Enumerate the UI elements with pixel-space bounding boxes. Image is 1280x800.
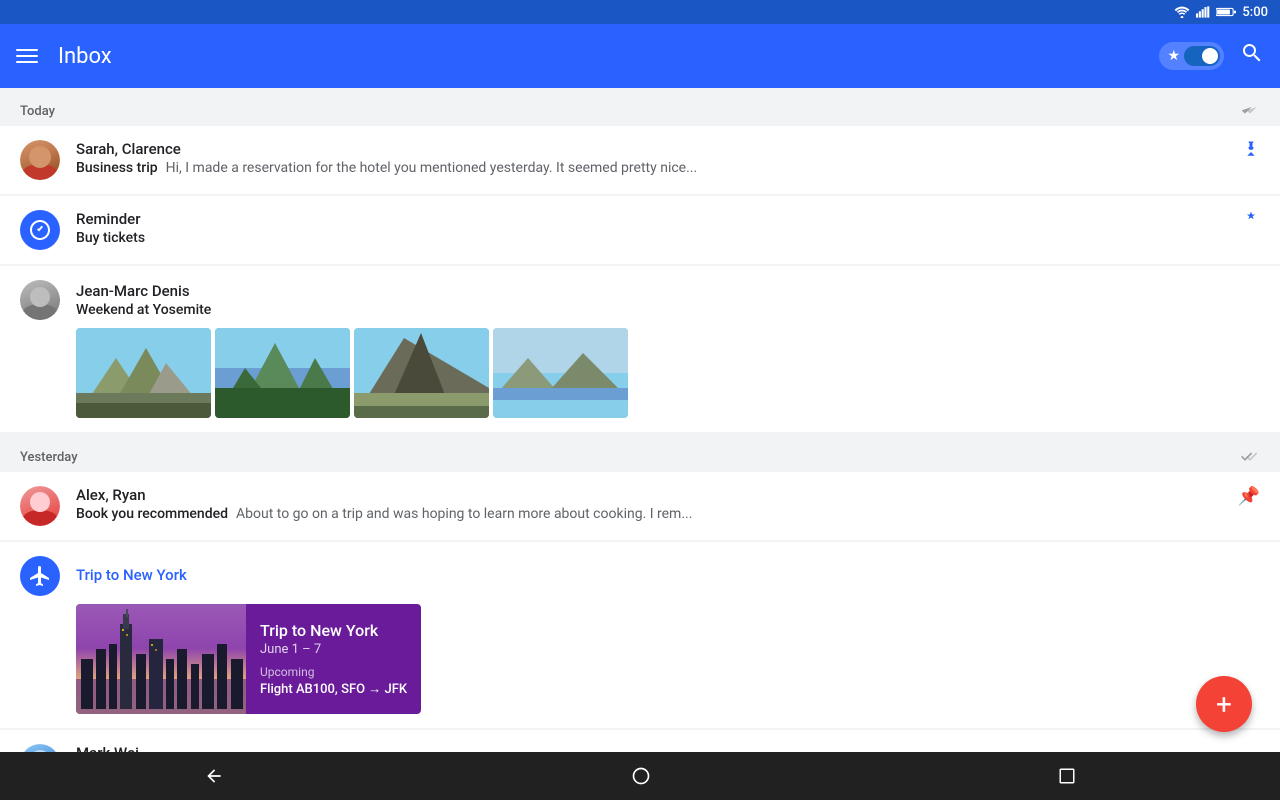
bottom-nav: [0, 752, 1280, 800]
recent-apps-button[interactable]: [1058, 767, 1076, 785]
trip-card-upcoming: Upcoming: [260, 665, 407, 679]
select-all-today[interactable]: [1240, 105, 1260, 119]
signal-icon: [1196, 6, 1210, 18]
wifi-icon: [1174, 6, 1190, 18]
avatar-reminder: [20, 210, 60, 250]
email-sender-alex: Alex, Ryan: [76, 486, 1230, 504]
email-content-trip: Trip to New York: [76, 566, 1260, 586]
pin-icon-alex: 📌: [1238, 486, 1260, 507]
compose-fab[interactable]: +: [1196, 676, 1252, 732]
main-content: Today Sarah, Clarence Business trip Hi, …: [0, 88, 1280, 752]
email-sender-trip: Trip to New York: [76, 566, 1260, 584]
email-item-mark[interactable]: Mark Wei BBQ this weekend? Scott is visi…: [0, 730, 1280, 752]
email-content-reminder: Reminder Buy tickets: [76, 210, 1234, 246]
email-item-trip[interactable]: Trip to New York: [0, 542, 1280, 729]
search-icon[interactable]: [1240, 41, 1264, 71]
email-sender-reminder: Reminder: [76, 210, 1234, 228]
yosemite-image-2: [215, 328, 350, 418]
trip-card-image: [76, 604, 246, 714]
email-item-reminder[interactable]: Reminder Buy tickets: [0, 196, 1280, 265]
avatar-trip: [20, 556, 60, 596]
pin-icon-sarah: [1242, 140, 1260, 163]
section-yesterday-label: Yesterday: [20, 450, 78, 465]
yosemite-image-4: [493, 328, 628, 418]
section-yesterday: Yesterday: [0, 442, 1280, 471]
app-bar-actions: ★: [1159, 41, 1264, 71]
bundle-toggle[interactable]: ★: [1159, 42, 1224, 70]
avatar-mark: [20, 744, 60, 752]
status-icons: 5:00: [1174, 5, 1268, 20]
email-preview-alex: About to go on a trip and was hoping to …: [236, 506, 692, 522]
email-item-jean[interactable]: Jean-Marc Denis Weekend at Yosemite: [0, 266, 1280, 433]
email-images-jean: [76, 328, 628, 418]
avatar-sarah: [20, 140, 60, 180]
email-content-sarah: Sarah, Clarence Business trip Hi, I made…: [76, 140, 1234, 176]
email-content-mark: Mark Wei BBQ this weekend? Scott is visi…: [76, 744, 1260, 752]
avatar-alex: [20, 486, 60, 526]
section-divider: [0, 434, 1280, 442]
trip-card-info: Trip to New York June 1 – 7 Upcoming Fli…: [246, 604, 421, 714]
trip-card-flight: Flight AB100, SFO → JFK: [260, 681, 407, 697]
status-time: 5:00: [1242, 5, 1268, 20]
yosemite-image-1: [76, 328, 211, 418]
app-bar: Inbox ★: [0, 24, 1280, 88]
email-subject-reminder: Buy tickets: [76, 230, 145, 246]
email-sender-mark: Mark Wei: [76, 744, 1260, 752]
email-subject-jean: Weekend at Yosemite: [76, 302, 211, 318]
back-button[interactable]: [204, 766, 224, 786]
compose-icon: +: [1216, 688, 1232, 721]
email-preview-sarah: Hi, I made a reservation for the hotel y…: [166, 160, 698, 176]
section-today: Today: [0, 96, 1280, 125]
email-item-alex[interactable]: Alex, Ryan Book you recommended About to…: [0, 472, 1280, 541]
email-sender-jean: Jean-Marc Denis: [76, 282, 1260, 300]
select-all-yesterday[interactable]: [1240, 451, 1260, 465]
email-subject-alex: Book you recommended: [76, 506, 228, 522]
toggle-switch[interactable]: [1184, 46, 1220, 66]
email-item-sarah[interactable]: Sarah, Clarence Business trip Hi, I made…: [0, 126, 1280, 195]
email-sender-sarah: Sarah, Clarence: [76, 140, 1234, 158]
trip-card-dates: June 1 – 7: [260, 642, 407, 657]
email-subject-row-reminder: Buy tickets: [76, 230, 1234, 246]
toggle-thumb: [1202, 48, 1218, 64]
email-subject-row-sarah: Business trip Hi, I made a reservation f…: [76, 160, 1234, 176]
status-bar: 5:00: [0, 0, 1280, 24]
app-title: Inbox: [58, 44, 1139, 69]
email-subject-sarah: Business trip: [76, 160, 158, 176]
home-button[interactable]: [631, 766, 651, 786]
pin-icon-reminder: [1242, 210, 1260, 233]
hamburger-menu-icon[interactable]: [16, 49, 38, 63]
email-subject-row-jean: Weekend at Yosemite: [76, 302, 1260, 318]
trip-card: Trip to New York June 1 – 7 Upcoming Fli…: [76, 604, 421, 714]
trip-card-title: Trip to New York: [260, 621, 407, 640]
avatar-jean: [20, 280, 60, 320]
email-subject-row-alex: Book you recommended About to go on a tr…: [76, 506, 1230, 522]
star-icon: ★: [1167, 48, 1180, 64]
email-content-alex: Alex, Ryan Book you recommended About to…: [76, 486, 1230, 522]
section-today-label: Today: [20, 104, 55, 119]
email-content-jean: Jean-Marc Denis Weekend at Yosemite: [76, 282, 1260, 318]
yosemite-image-3: [354, 328, 489, 418]
battery-icon: [1216, 6, 1236, 18]
